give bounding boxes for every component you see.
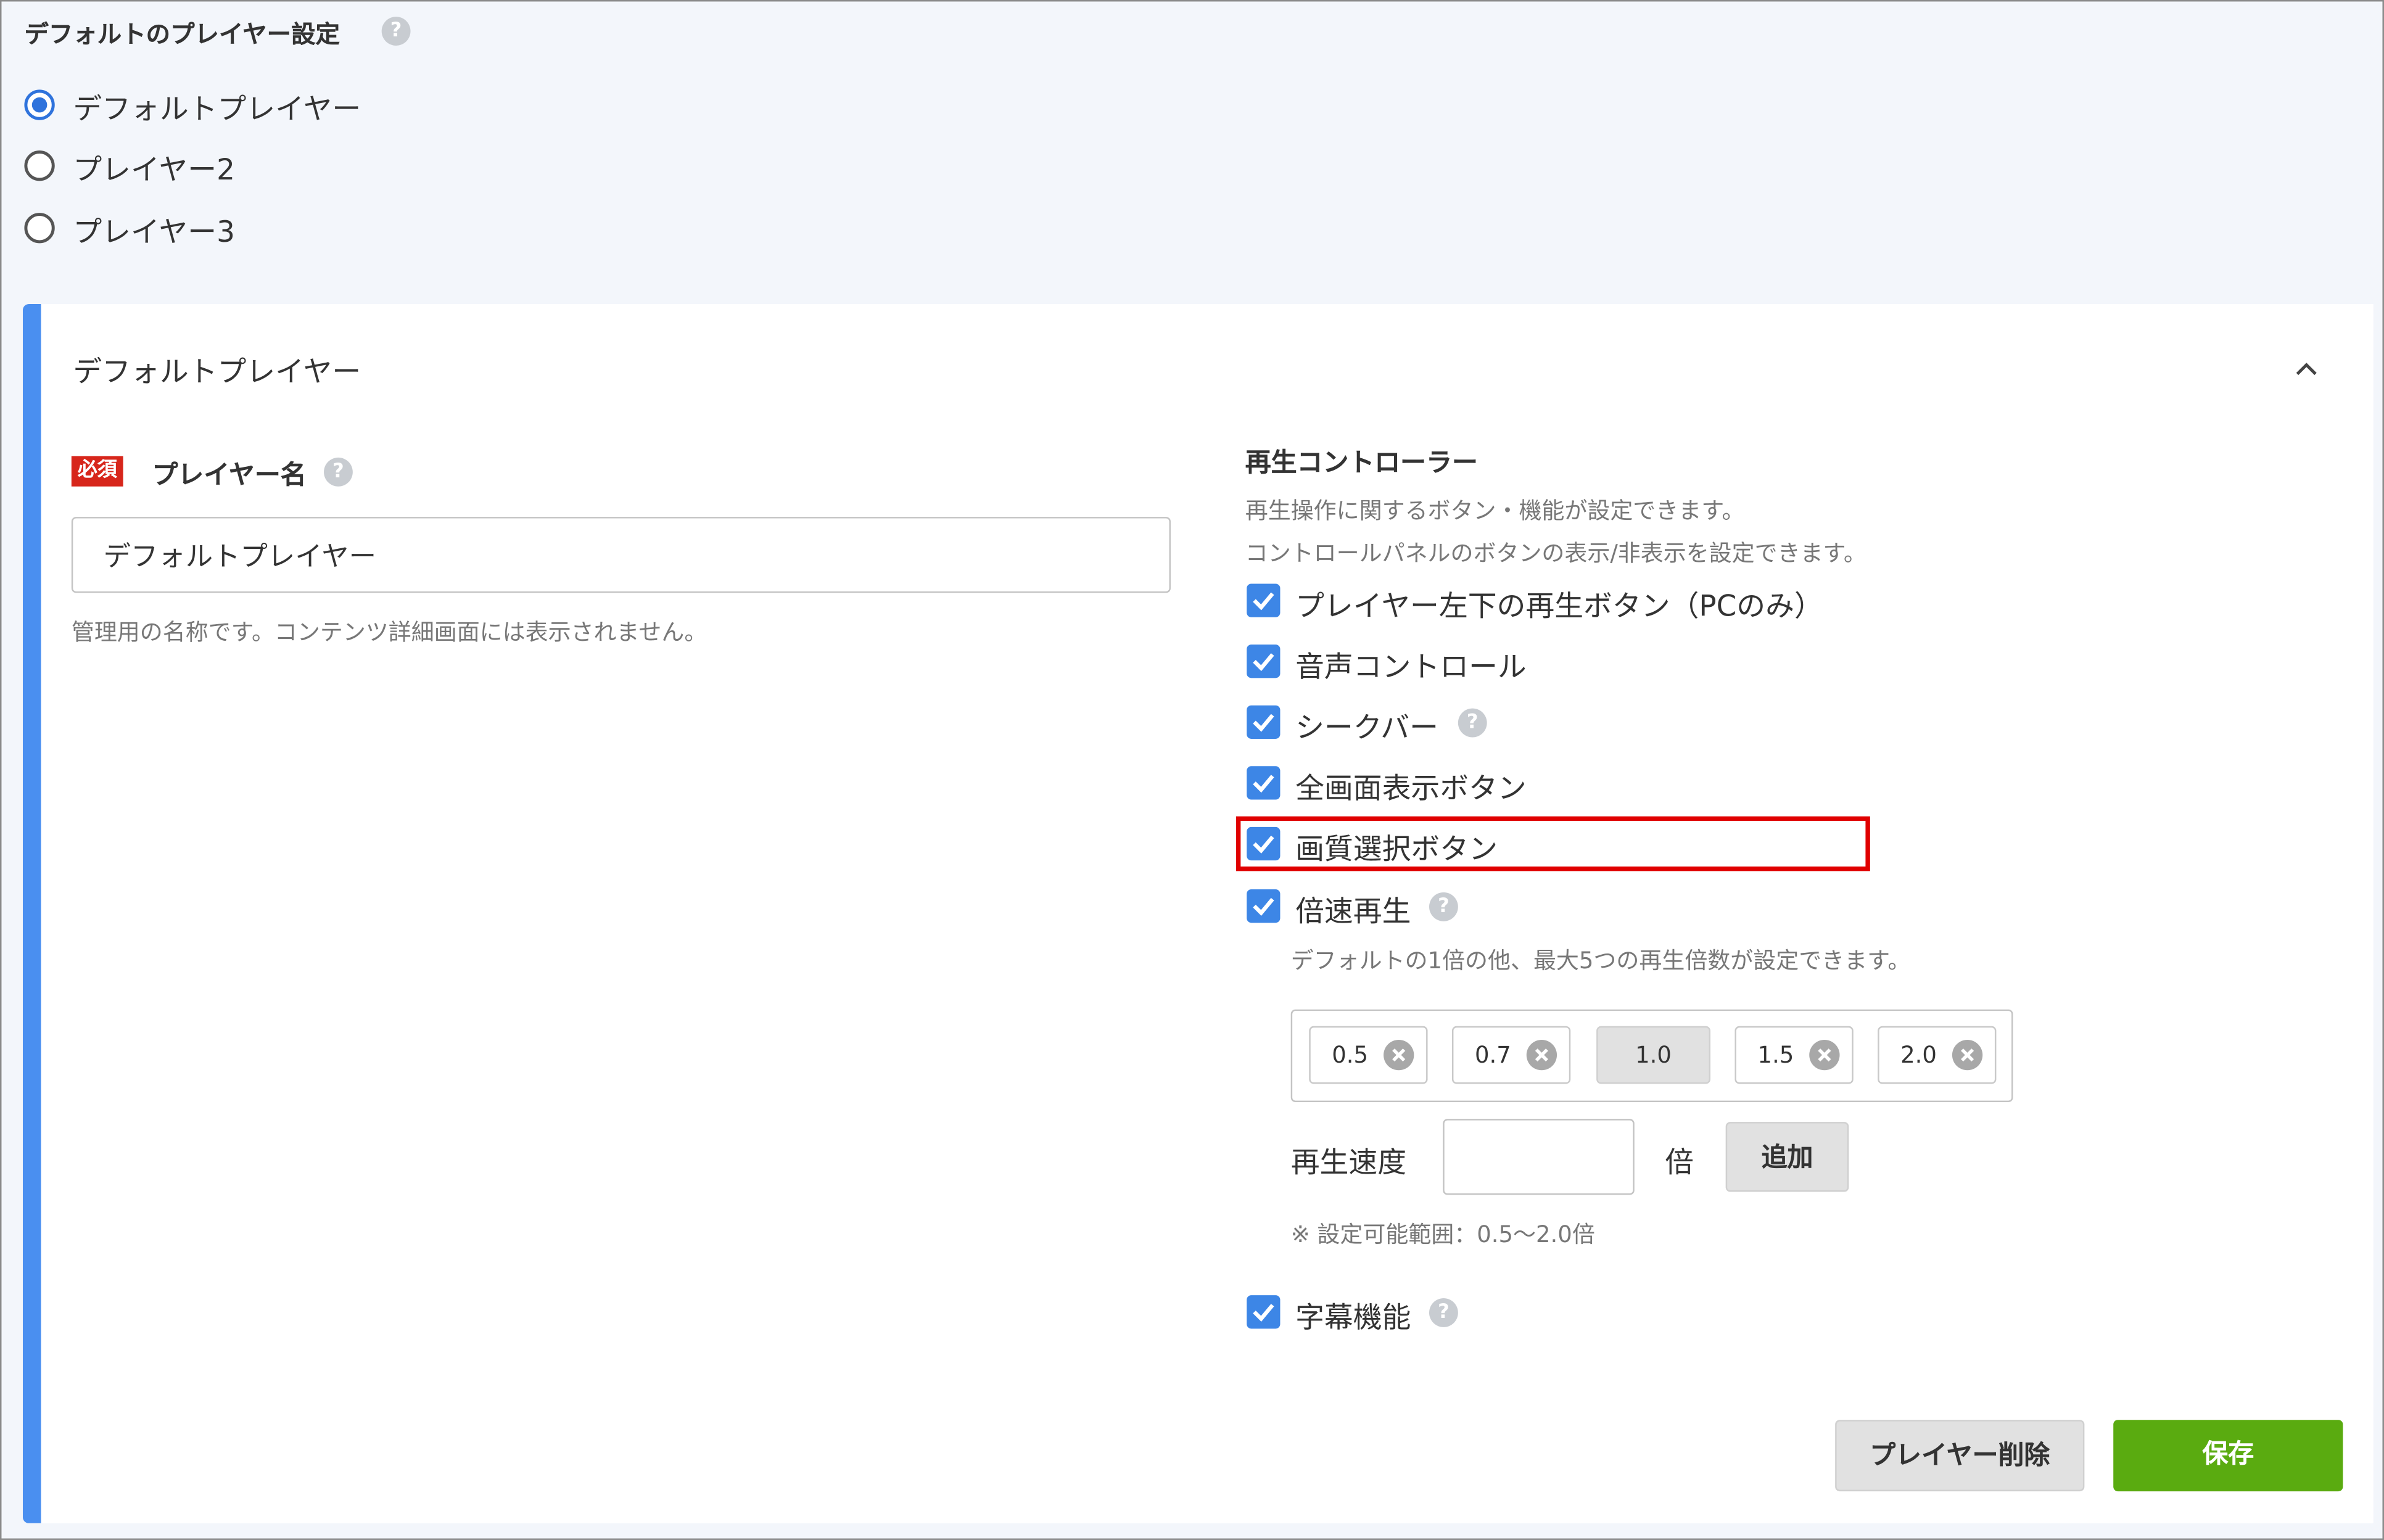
seek-bar-help-icon[interactable]: ? [1458, 708, 1487, 738]
speed-input[interactable] [1443, 1119, 1635, 1195]
radio-player-3[interactable] [24, 213, 55, 244]
checkbox-seek-bar[interactable] [1247, 705, 1281, 739]
radio-default-player[interactable] [24, 89, 55, 120]
speed-chip: 2.0 [1878, 1026, 1997, 1084]
controller-desc-1: 再生操作に関するボタン・機能が設定できます。 [1245, 497, 1745, 525]
checkbox-play-button[interactable] [1247, 583, 1281, 617]
speed-chip-label: 1.0 [1635, 1041, 1672, 1069]
speed-chip: 1.5 [1734, 1026, 1854, 1084]
required-badge: 必須 [71, 456, 123, 487]
checkbox-label-speed-playback[interactable]: 倍速再生 [1295, 889, 1411, 931]
speed-unit: 倍 [1665, 1146, 1694, 1180]
speed-chip-label: 2.0 [1900, 1041, 1937, 1069]
remove-icon[interactable] [1809, 1039, 1840, 1071]
speed-playback-help-icon[interactable]: ? [1429, 892, 1458, 921]
remove-icon[interactable] [1384, 1039, 1414, 1071]
radio-label-player-2[interactable]: プレイヤー2 [73, 147, 235, 189]
speed-desc: デフォルトの1倍の他、最大5つの再生倍数が設定できます。 [1290, 947, 1911, 975]
controller-desc-2: コントロールパネルのボタンの表示/非表示を設定できます。 [1245, 540, 1866, 567]
checkbox-fullscreen-button[interactable] [1247, 766, 1281, 800]
player-name-label: プレイヤー名 [152, 460, 307, 492]
checkbox-label-volume-control[interactable]: 音声コントロール [1295, 644, 1527, 686]
player-name-input[interactable] [71, 517, 1171, 593]
speed-chip: 0.5 [1309, 1026, 1428, 1084]
speed-chip-label: 0.5 [1332, 1041, 1369, 1069]
delete-player-button[interactable]: プレイヤー削除 [1835, 1420, 2085, 1492]
player-panel: デフォルトプレイヤー [22, 303, 2374, 1523]
checkbox-quality-button[interactable] [1247, 826, 1281, 861]
speed-chip-default: 1.0 [1596, 1026, 1711, 1084]
checkbox-speed-playback[interactable] [1247, 889, 1281, 923]
remove-icon[interactable] [1526, 1039, 1557, 1071]
speed-chip-label: 0.7 [1474, 1041, 1511, 1069]
add-speed-button[interactable]: 追加 [1725, 1122, 1849, 1192]
speed-chip-label: 1.5 [1757, 1041, 1794, 1069]
speed-input-label: 再生速度 [1290, 1146, 1407, 1180]
checkbox-label-seek-bar[interactable]: シークバー [1295, 706, 1438, 747]
chevron-up-icon[interactable] [2288, 353, 2325, 383]
settings-help-icon[interactable]: ? [381, 17, 411, 46]
remove-icon[interactable] [1952, 1039, 1983, 1071]
settings-title: デフォルトのプレイヤー設定 [24, 20, 340, 49]
player-settings-screen: デフォルトのプレイヤー設定 ? デフォルトプレイヤー プレイヤー2 プレイヤー3… [0, 0, 2384, 1540]
speed-chip: 0.7 [1451, 1026, 1571, 1084]
radio-player-2[interactable] [24, 150, 55, 181]
checkbox-label-fullscreen-button[interactable]: 全画面表示ボタン [1295, 766, 1527, 807]
radio-label-player-3[interactable]: プレイヤー3 [73, 210, 235, 251]
checkbox-label-quality-button[interactable]: 画質選択ボタン [1295, 827, 1498, 868]
checkbox-volume-control[interactable] [1247, 644, 1281, 678]
subtitle-help-icon[interactable]: ? [1429, 1298, 1458, 1327]
checkbox-subtitle[interactable] [1247, 1295, 1281, 1329]
controller-title: 再生コントローラー [1245, 448, 1478, 479]
speed-range-note: ※ 設定可能範囲：0.5〜2.0倍 [1290, 1221, 1595, 1248]
panel-title: デフォルトプレイヤー [73, 355, 361, 390]
player-name-help-icon[interactable]: ? [324, 457, 353, 487]
radio-label-default-player[interactable]: デフォルトプレイヤー [73, 86, 361, 128]
checkbox-label-play-button[interactable]: プレイヤー左下の再生ボタン（PCのみ） [1295, 584, 1823, 625]
save-button[interactable]: 保存 [2113, 1420, 2343, 1492]
checkbox-label-subtitle[interactable]: 字幕機能 [1295, 1295, 1411, 1336]
player-name-hint: 管理用の名称です。コンテンツ詳細画面には表示されません。 [71, 619, 707, 646]
